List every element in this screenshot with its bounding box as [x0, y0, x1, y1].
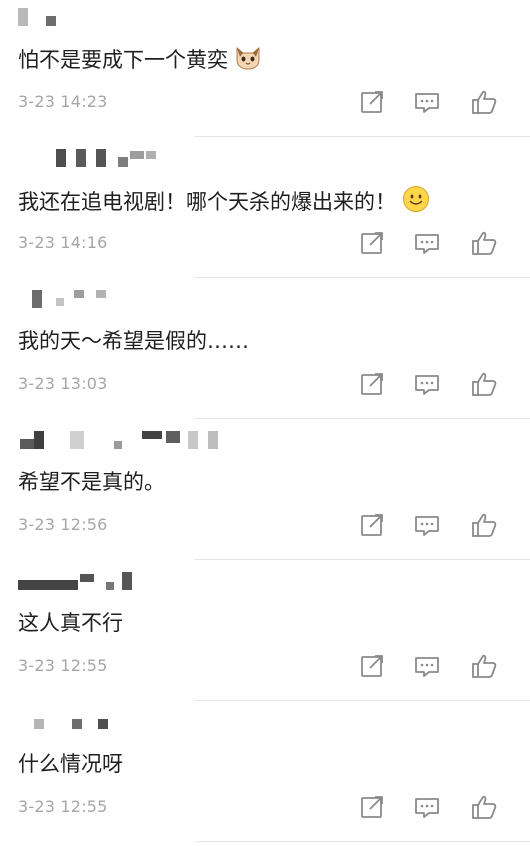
reply-button[interactable] — [413, 88, 441, 116]
share-icon — [361, 232, 383, 254]
divider — [195, 277, 530, 278]
reply-button[interactable] — [413, 511, 441, 539]
reply-icon — [415, 798, 439, 818]
comment-item: 希望不是真的。 3-23 12:56 — [0, 423, 530, 564]
share-button[interactable] — [358, 88, 386, 116]
comment-actions — [358, 229, 508, 257]
cat-face-icon — [234, 44, 262, 78]
divider — [195, 700, 530, 701]
comment-actions — [358, 370, 508, 398]
reply-icon — [415, 375, 439, 395]
comment-timestamp: 3-23 14:23 — [18, 92, 108, 111]
comment-text-content: 我的天～希望是假的…… — [18, 329, 249, 353]
smiling-face-icon — [402, 185, 430, 221]
comment-item: 怕不是要成下一个黄奕 3-23 14:23 — [0, 0, 530, 141]
comment-timestamp: 3-23 12:55 — [18, 656, 108, 675]
comment-item: 什么情况呀 3-23 12:55 — [0, 705, 530, 846]
reply-icon — [415, 234, 439, 254]
like-button[interactable] — [470, 370, 498, 398]
divider — [195, 136, 530, 137]
reply-button[interactable] — [413, 793, 441, 821]
thumbs-up-icon — [472, 513, 497, 537]
comment-timestamp: 3-23 13:03 — [18, 374, 108, 393]
share-icon — [361, 514, 383, 536]
comment-text: 怕不是要成下一个黄奕 — [18, 44, 262, 78]
comment-item: 这人真不行 3-23 12:55 — [0, 564, 530, 705]
comment-actions — [358, 652, 508, 680]
reply-icon — [415, 516, 439, 536]
comment-text: 这人真不行 — [18, 608, 123, 638]
like-button[interactable] — [470, 88, 498, 116]
comment-text-content: 希望不是真的。 — [18, 470, 165, 494]
comment-text-content: 怕不是要成下一个黄奕 — [18, 48, 228, 72]
username-redacted[interactable] — [18, 713, 278, 731]
comment-text: 什么情况呀 — [18, 749, 123, 779]
username-redacted[interactable] — [18, 8, 278, 26]
thumbs-up-icon — [472, 372, 497, 396]
share-button[interactable] — [358, 652, 386, 680]
comment-text: 我的天～希望是假的…… — [18, 326, 249, 356]
username-redacted[interactable] — [18, 149, 278, 167]
like-button[interactable] — [470, 793, 498, 821]
comment-text-content: 我还在追电视剧！哪个天杀的爆出来的！ — [18, 190, 396, 214]
share-button[interactable] — [358, 511, 386, 539]
reply-icon — [415, 657, 439, 677]
reply-button[interactable] — [413, 370, 441, 398]
like-button[interactable] — [470, 652, 498, 680]
comment-text: 希望不是真的。 — [18, 467, 165, 497]
divider — [195, 418, 530, 419]
share-button[interactable] — [358, 229, 386, 257]
reply-button[interactable] — [413, 229, 441, 257]
comment-item: 我的天～希望是假的…… 3-23 13:03 — [0, 282, 530, 423]
thumbs-up-icon — [472, 654, 497, 678]
comment-text-content: 这人真不行 — [18, 611, 123, 635]
comment-feed: 怕不是要成下一个黄奕 3-23 14:23 我还在追电视剧！哪个天杀的爆出来的！… — [0, 0, 530, 842]
username-redacted[interactable] — [18, 290, 278, 308]
like-button[interactable] — [470, 229, 498, 257]
thumbs-up-icon — [472, 90, 497, 114]
share-button[interactable] — [358, 793, 386, 821]
comment-text-content: 什么情况呀 — [18, 752, 123, 776]
reply-icon — [415, 93, 439, 113]
username-redacted[interactable] — [18, 572, 278, 590]
comment-timestamp: 3-23 12:56 — [18, 515, 108, 534]
share-button[interactable] — [358, 370, 386, 398]
thumbs-up-icon — [472, 795, 497, 819]
comment-actions — [358, 511, 508, 539]
divider — [195, 559, 530, 560]
comment-item: 我还在追电视剧！哪个天杀的爆出来的！ 3-23 14:16 — [0, 141, 530, 282]
thumbs-up-icon — [472, 231, 497, 255]
comment-timestamp: 3-23 12:55 — [18, 797, 108, 816]
share-icon — [361, 796, 383, 818]
share-icon — [361, 373, 383, 395]
reply-button[interactable] — [413, 652, 441, 680]
username-redacted[interactable] — [18, 431, 278, 449]
comment-actions — [358, 793, 508, 821]
share-icon — [361, 91, 383, 113]
comment-actions — [358, 88, 508, 116]
comment-text: 我还在追电视剧！哪个天杀的爆出来的！ — [18, 185, 430, 221]
comment-timestamp: 3-23 14:16 — [18, 233, 108, 252]
like-button[interactable] — [470, 511, 498, 539]
share-icon — [361, 655, 383, 677]
